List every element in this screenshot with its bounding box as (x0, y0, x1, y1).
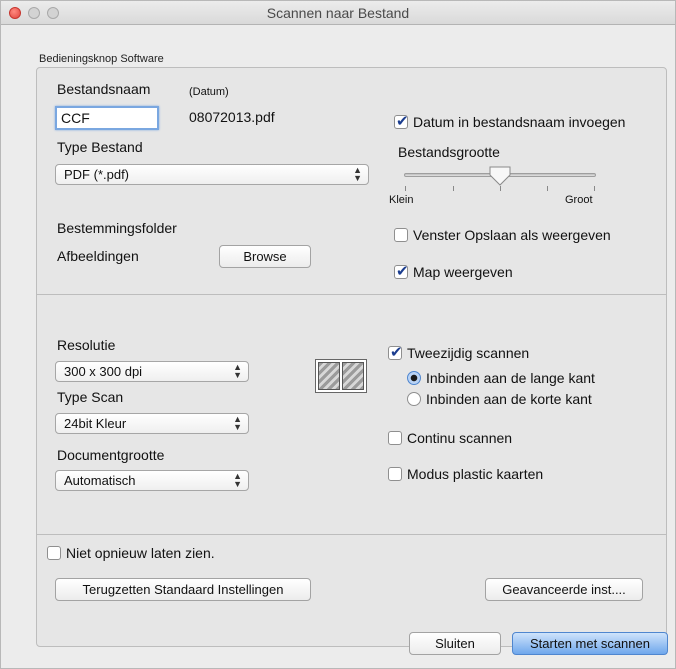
scan-type-label: Type Scan (57, 389, 124, 405)
filename-input[interactable]: CCF (55, 106, 159, 130)
up-down-arrows-icon: ▲ ▼ (233, 414, 242, 432)
doc-size-popup[interactable]: Automatisch ▲ ▼ (55, 470, 249, 491)
slider-tick (547, 186, 548, 191)
window-title: Scannen naar Bestand (266, 5, 410, 21)
duplex-checkmark-icon (388, 343, 403, 361)
date-value: 08072013.pdf (189, 109, 275, 125)
doc-size-label: Documentgrootte (57, 447, 165, 463)
slider-knob-icon[interactable] (489, 166, 511, 186)
filename-label: Bestandsnaam (57, 81, 151, 97)
file-type-value: PDF (*.pdf) (64, 167, 130, 182)
up-down-arrows-icon: ▲ ▼ (233, 471, 242, 489)
size-min-label: Klein (389, 194, 414, 206)
show-save-as-checkbox[interactable]: Venster Opslaan als weergeven (394, 227, 611, 243)
slider-tick (453, 186, 454, 191)
section-divider (37, 534, 666, 535)
continuous-box-icon (388, 431, 402, 445)
duplex-scan-icon (315, 359, 367, 393)
slider-tick (500, 186, 501, 191)
show-save-as-label: Venster Opslaan als weergeven (413, 227, 611, 243)
duplex-label: Tweezijdig scannen (407, 345, 530, 361)
date-note: (Datum) (189, 86, 229, 98)
advanced-settings-button[interactable]: Geavanceerde inst.... (485, 578, 643, 601)
dont-show-label: Niet opnieuw laten zien. (66, 545, 215, 561)
insert-date-checkmark-icon (394, 112, 409, 130)
dont-show-checkbox[interactable]: Niet opnieuw laten zien. (47, 545, 215, 561)
up-down-arrows-icon: ▲ ▼ (353, 165, 362, 183)
plastic-card-checkbox[interactable]: Modus plastic kaarten (388, 466, 543, 482)
up-down-arrows-icon: ▲ ▼ (233, 362, 242, 380)
show-folder-checkbox[interactable]: Map weergeven (394, 262, 513, 280)
bind-long-radio-icon (407, 371, 421, 385)
destination-label: Bestemmingsfolder (57, 220, 177, 236)
bind-short-radio-icon (407, 392, 421, 406)
slider-tick (594, 186, 595, 191)
show-save-as-box-icon (394, 228, 408, 242)
scan-type-value: 24bit Kleur (64, 416, 127, 431)
file-type-popup[interactable]: PDF (*.pdf) ▲ ▼ (55, 164, 369, 185)
file-size-label: Bestandsgrootte (398, 144, 500, 160)
bind-long-radio[interactable]: Inbinden aan de lange kant (407, 370, 595, 386)
reset-defaults-button[interactable]: Terugzetten Standaard Instellingen (55, 578, 311, 601)
show-folder-label: Map weergeven (413, 264, 513, 280)
destination-folder: Afbeeldingen (57, 248, 139, 264)
plastic-card-label: Modus plastic kaarten (407, 466, 544, 482)
bind-short-radio[interactable]: Inbinden aan de korte kant (407, 391, 592, 407)
titlebar: Scannen naar Bestand (1, 1, 675, 25)
start-scan-button[interactable]: Starten met scannen (512, 632, 668, 655)
resolution-popup[interactable]: 300 x 300 dpi ▲ ▼ (55, 361, 249, 382)
group-label: Bedieningsknop Software (39, 53, 164, 65)
bind-long-label: Inbinden aan de lange kant (426, 370, 595, 386)
close-button[interactable]: Sluiten (409, 632, 501, 655)
resolution-value: 300 x 300 dpi (64, 364, 143, 379)
plastic-card-box-icon (388, 467, 402, 481)
file-type-label: Type Bestand (57, 139, 143, 155)
dont-show-box-icon (47, 546, 61, 560)
scan-type-popup[interactable]: 24bit Kleur ▲ ▼ (55, 413, 249, 434)
show-folder-checkmark-icon (394, 262, 409, 280)
browse-button[interactable]: Browse (219, 245, 311, 268)
doc-size-value: Automatisch (64, 473, 136, 488)
bind-short-label: Inbinden aan de korte kant (426, 391, 592, 407)
continuous-label: Continu scannen (407, 430, 513, 446)
section-divider (37, 294, 666, 295)
dialog-window: Scannen naar Bestand Bedieningsknop Soft… (0, 0, 676, 669)
slider-tick (405, 186, 406, 191)
duplex-checkbox[interactable]: Tweezijdig scannen (388, 343, 530, 361)
insert-date-checkbox[interactable]: Datum in bestandsnaam invoegen (394, 112, 626, 130)
settings-panel: Bestandsnaam (Datum) CCF 08072013.pdf Da… (36, 67, 667, 647)
insert-date-label: Datum in bestandsnaam invoegen (413, 114, 626, 130)
page-back-icon (342, 362, 364, 390)
page-front-icon (318, 362, 340, 390)
continuous-checkbox[interactable]: Continu scannen (388, 430, 512, 446)
resolution-label: Resolutie (57, 337, 116, 353)
size-max-label: Groot (565, 194, 593, 206)
